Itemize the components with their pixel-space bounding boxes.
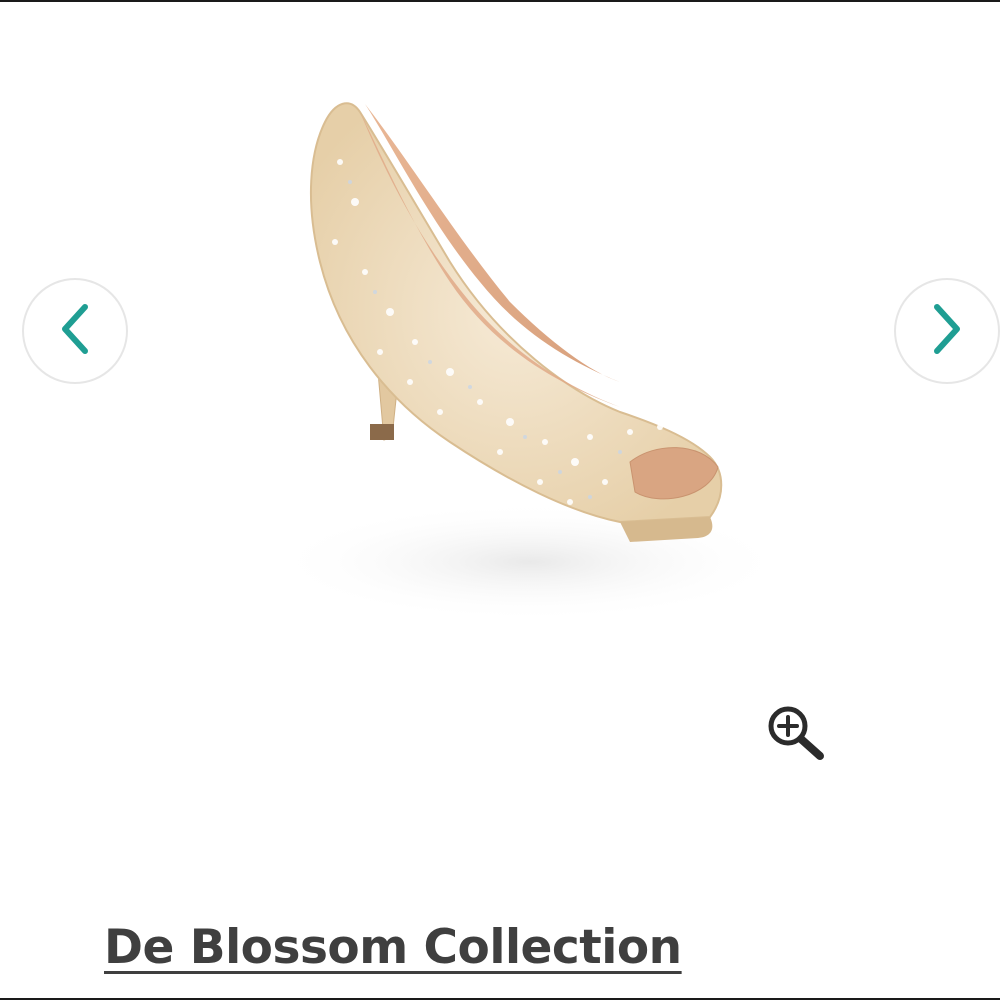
zoom-button[interactable]	[764, 702, 828, 762]
next-image-button[interactable]	[896, 280, 998, 382]
chevron-right-icon	[927, 301, 967, 362]
product-image[interactable]	[150, 42, 850, 682]
product-gallery: De Blossom Collection	[0, 0, 1000, 1000]
chevron-left-icon	[55, 301, 95, 362]
zoom-in-icon	[764, 706, 828, 766]
brand-link[interactable]: De Blossom Collection	[104, 920, 682, 975]
prev-image-button[interactable]	[24, 280, 126, 382]
shoe-illustration	[270, 102, 790, 622]
